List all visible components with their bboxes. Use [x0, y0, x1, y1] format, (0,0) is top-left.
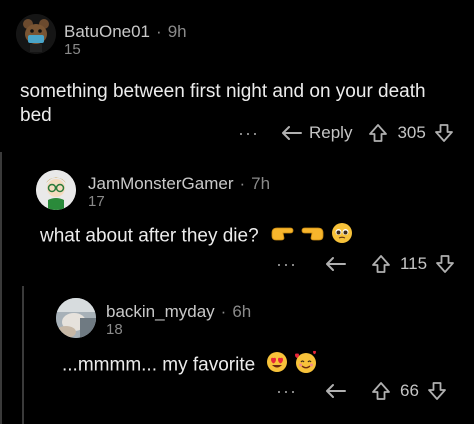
username[interactable]: BatuOne01 · 9h: [64, 22, 187, 42]
reply-arrow-icon[interactable]: [325, 255, 347, 273]
more-options-button[interactable]: ···: [276, 254, 297, 275]
smiling-face-with-hearts-emoji: [294, 350, 318, 381]
bear-avatar-icon: [16, 14, 56, 54]
pointing-hand-emoji: [270, 224, 294, 249]
timestamp: 6h: [232, 302, 252, 321]
upvote-icon[interactable]: [371, 254, 391, 274]
avatar[interactable]: [16, 14, 56, 54]
upvote-icon[interactable]: [368, 123, 388, 143]
glasses-avatar-icon: [36, 170, 76, 210]
downvote-icon[interactable]: [427, 381, 447, 401]
comment-text-line: ...mmmm... my favorite: [62, 354, 256, 376]
vote-count: 66: [399, 381, 419, 400]
downvote-icon[interactable]: [435, 254, 455, 274]
username[interactable]: backin_myday · 6h: [106, 302, 251, 322]
username-text[interactable]: JamMonsterGamer: [88, 174, 233, 193]
separator-dot: ·: [156, 22, 162, 41]
timestamp: 7h: [251, 174, 271, 193]
comment-actions: ··· Reply 305: [238, 121, 454, 145]
photo-avatar-icon: [56, 298, 96, 338]
thread-line: [0, 152, 2, 424]
thread-line: [22, 286, 24, 424]
username[interactable]: JamMonsterGamer · 7h: [88, 174, 270, 194]
avatar[interactable]: [36, 170, 76, 210]
vote-count: 305: [397, 123, 426, 142]
separator-dot: ·: [220, 302, 227, 321]
username-text[interactable]: BatuOne01: [64, 22, 150, 41]
reply-arrow-icon[interactable]: [325, 382, 347, 400]
upvote-icon[interactable]: [371, 381, 391, 401]
reply-arrow-icon[interactable]: [281, 124, 303, 142]
downvote-icon[interactable]: [434, 123, 454, 143]
avatar[interactable]: [56, 298, 96, 338]
comment-text-line: what about after they die?: [40, 225, 259, 247]
user-level: 15: [64, 41, 81, 58]
reply-button[interactable]: Reply: [309, 123, 352, 143]
comment-text: what about after they die?: [40, 222, 460, 251]
more-options-button[interactable]: ···: [276, 381, 297, 402]
comment-text-line: something between first night and on you…: [20, 81, 426, 102]
comment-text: ...mmmm... my favorite: [62, 350, 462, 381]
pleading-face-emoji: [331, 222, 353, 251]
user-level: 18: [106, 321, 123, 338]
pointing-hand-emoji: [299, 224, 325, 249]
timestamp: 9h: [167, 22, 187, 41]
username-text[interactable]: backin_myday: [106, 302, 215, 321]
more-options-button[interactable]: ···: [238, 123, 259, 144]
comment-actions: ··· 115: [276, 252, 455, 276]
comment-actions: ··· 66: [276, 379, 447, 403]
heart-eyes-emoji: [266, 351, 288, 380]
separator-dot: ·: [239, 174, 246, 193]
user-level: 17: [88, 193, 105, 210]
vote-count: 115: [399, 254, 428, 273]
